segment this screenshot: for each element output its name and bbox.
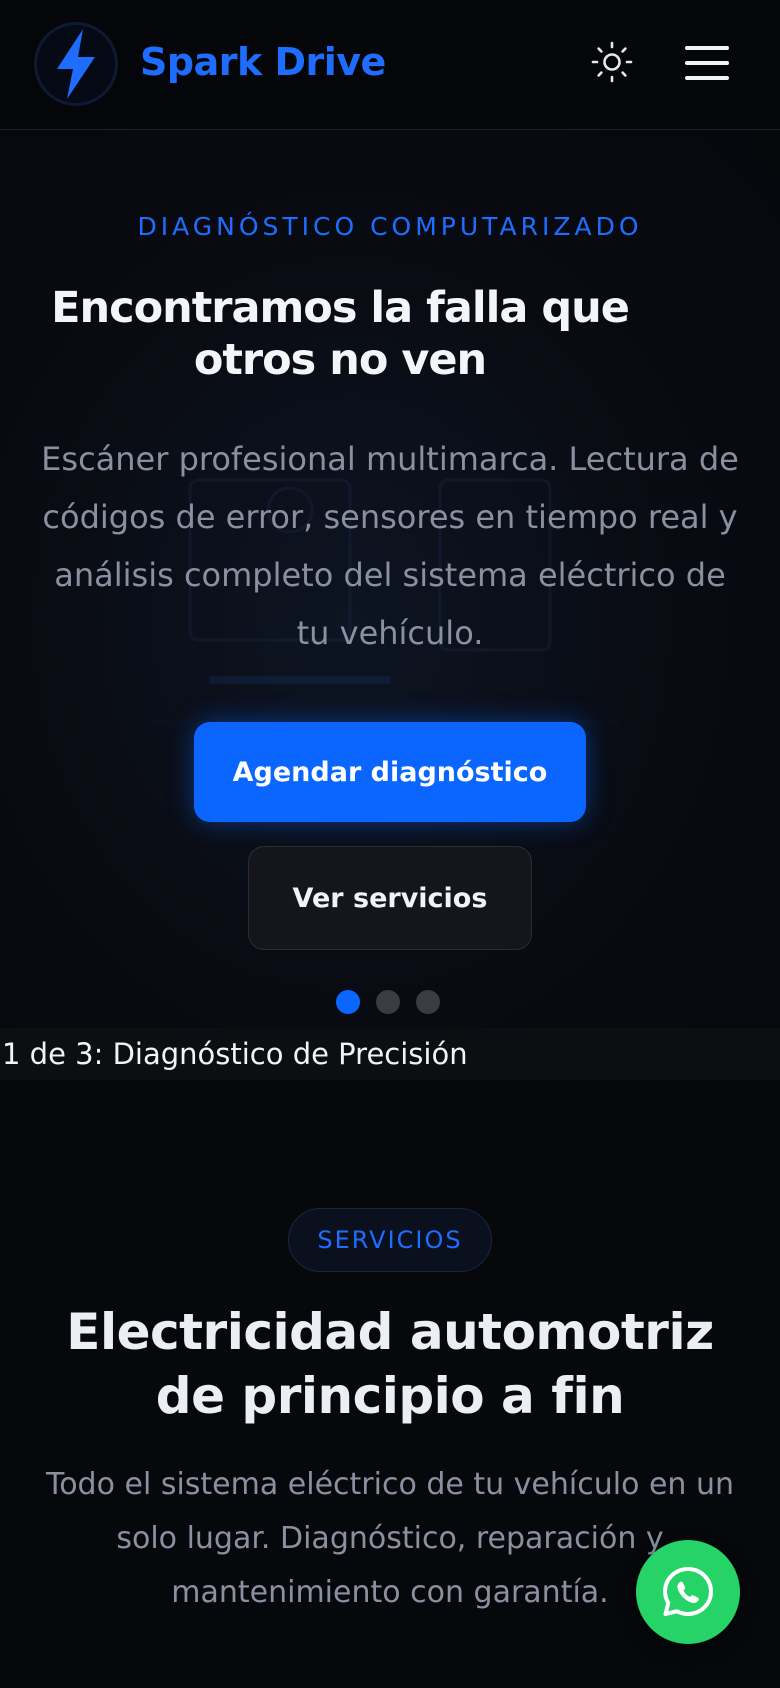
services-description: Todo el sistema eléctrico de tu vehículo… (45, 1467, 735, 1610)
carousel-slide-status: 1 de 3: Diagnóstico de Precisión (0, 1028, 780, 1080)
services-title: Electricidad automotriz de principio a f… (66, 1303, 714, 1425)
menu-bar (685, 76, 729, 80)
sun-icon[interactable] (588, 38, 636, 86)
view-services-button[interactable]: Ver servicios (248, 846, 532, 950)
menu-bar (685, 61, 729, 65)
hero-title: Encontramos la falla que otros no ven (51, 283, 630, 385)
whatsapp-icon[interactable] (636, 1540, 740, 1644)
lightning-bolt-icon[interactable] (34, 22, 118, 106)
carousel-dots (336, 990, 440, 1014)
hero-eyebrow: DIAGNÓSTICO COMPUTARIZADO (137, 212, 643, 241)
services-badge: SERVICIOS (288, 1208, 492, 1272)
site-header: Spark Drive (0, 0, 780, 130)
carousel-dot-1[interactable] (336, 990, 360, 1014)
hero-description: Escáner profesional multimarca. Lectura … (41, 440, 739, 652)
hero-carousel: DIAGNÓSTICO COMPUTARIZADO Encontramos la… (0, 130, 780, 1028)
carousel-dot-3[interactable] (416, 990, 440, 1014)
carousel-dot-2[interactable] (376, 990, 400, 1014)
brand-name[interactable]: Spark Drive (140, 40, 386, 84)
hamburger-menu-icon[interactable] (682, 40, 732, 86)
menu-bar (685, 46, 729, 50)
schedule-diagnosis-button[interactable]: Agendar diagnóstico (194, 722, 586, 822)
